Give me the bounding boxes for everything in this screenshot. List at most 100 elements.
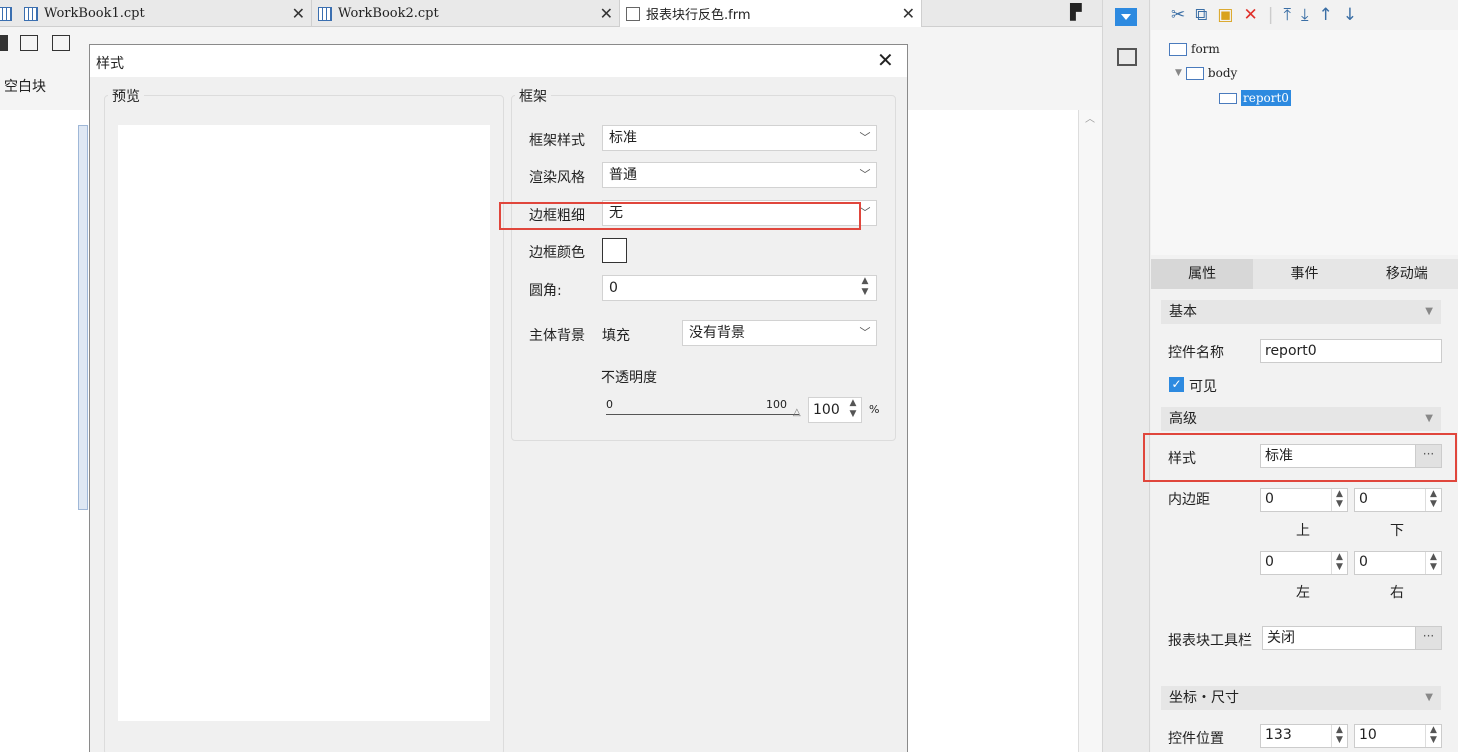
report-toolbar-label: 报表块工具栏 (1168, 633, 1252, 649)
position-x-spinner[interactable]: 133 ▲ ▼ (1260, 724, 1348, 748)
close-icon[interactable]: ✕ (600, 4, 613, 23)
render-style-select[interactable]: 普通 ﹀ (602, 162, 877, 188)
close-icon[interactable]: ✕ (877, 48, 894, 72)
tab-label: WorkBook1.cpt (44, 6, 145, 21)
toolbar-icon[interactable] (0, 35, 8, 51)
opacity-slider-thumb[interactable]: △ (793, 407, 801, 418)
close-icon[interactable]: ✕ (292, 4, 305, 23)
highlight-border-width (499, 202, 861, 230)
spinner-arrows-icon[interactable]: ▲ ▼ (1425, 489, 1441, 511)
blank-block-label[interactable]: 空白块 (4, 76, 46, 96)
grid-icon[interactable] (52, 35, 70, 51)
move-bottom-icon[interactable]: ⤓ (1301, 5, 1309, 25)
padding-top-spinner[interactable]: 0 ▲ ▼ (1260, 488, 1348, 512)
preview-title: 预览 (108, 86, 144, 106)
section-title: 高级 (1169, 411, 1197, 427)
fill-label: 填充 (602, 328, 630, 344)
padding-bottom-spinner[interactable]: 0 ▲ ▼ (1354, 488, 1442, 512)
padding-right-spinner[interactable]: 0 ▲ ▼ (1354, 551, 1442, 575)
spinner-arrows-icon[interactable]: ▲ ▼ (854, 276, 876, 300)
style-dialog: 样式 ✕ 预览 框架 框架样式 标准 ﹀ 渲染风格 普通 ﹀ 边框粗细 无 ﹀ … (89, 44, 908, 752)
workbook-icon (0, 6, 12, 21)
section-advanced[interactable]: 高级 ▼ (1161, 407, 1441, 431)
paste-icon[interactable]: ▣ (1217, 5, 1233, 25)
document-tab-bar: WorkBook1.cpt ✕ WorkBook2.cpt ✕ 报表块行反色.f… (0, 0, 1102, 27)
tree-node-body[interactable]: ▼ body (1175, 66, 1237, 80)
spinner-arrows-icon[interactable]: ▲ ▼ (1425, 725, 1441, 747)
tree-label: form (1191, 42, 1220, 56)
spinner-arrows-icon[interactable]: ▲ ▼ (1425, 552, 1441, 574)
opacity-spinner[interactable]: 100 ▲ ▼ (808, 397, 862, 423)
chevron-down-icon: ﹀ (859, 326, 871, 339)
tab-mobile[interactable]: 移动端 (1356, 259, 1458, 289)
expand-icon[interactable]: ▼ (1175, 68, 1182, 78)
fill-select[interactable]: 没有背景 ﹀ (682, 320, 877, 346)
section-basic[interactable]: 基本 ▼ (1161, 300, 1441, 324)
background-label: 主体背景 (529, 328, 585, 344)
report-block-widget[interactable] (78, 125, 88, 510)
tab-label: WorkBook2.cpt (338, 6, 439, 21)
section-coords[interactable]: 坐标・尺寸 ▼ (1161, 686, 1441, 710)
tab-menu-icon[interactable]: ▛ (1070, 3, 1082, 21)
tab-workbook1[interactable]: WorkBook1.cpt ✕ (0, 0, 312, 27)
border-color-swatch[interactable] (602, 238, 627, 263)
move-down-icon[interactable]: ↓ (1343, 5, 1357, 25)
spinner-value: 133 (1265, 727, 1292, 743)
widget-panel-icon[interactable] (1115, 8, 1137, 26)
position-y-spinner[interactable]: 10 ▲ ▼ (1354, 724, 1442, 748)
select-value: 普通 (609, 167, 637, 183)
position-label: 控件位置 (1168, 731, 1224, 747)
body-icon (1185, 66, 1204, 80)
more-button[interactable]: ··· (1415, 445, 1441, 467)
spinner-arrows-icon[interactable]: ▲ ▼ (845, 398, 861, 422)
report-toolbar-input[interactable]: 关闭 ··· (1262, 626, 1442, 650)
move-up-icon[interactable]: ↑ (1318, 5, 1332, 25)
delete-icon[interactable]: ✕ (1243, 5, 1257, 25)
spinner-value: 0 (1359, 554, 1368, 570)
tree-node-report0[interactable]: report0 (1219, 90, 1291, 106)
tree-label: body (1207, 66, 1238, 80)
chevron-down-icon: ▼ (1425, 692, 1433, 703)
tab-form[interactable]: 报表块行反色.frm ✕ (620, 0, 922, 27)
tab-events[interactable]: 事件 (1253, 259, 1355, 289)
tab-workbook2[interactable]: WorkBook2.cpt ✕ (312, 0, 620, 27)
right-label: 右 (1390, 585, 1404, 601)
copy-icon[interactable]: ⧉ (1195, 5, 1207, 25)
spinner-value: 0 (1265, 491, 1274, 507)
chevron-up-icon[interactable]: ︿ (1085, 110, 1095, 125)
visible-checkbox[interactable]: ✓ (1169, 377, 1184, 392)
spinner-value: 0 (1265, 554, 1274, 570)
section-title: 坐标・尺寸 (1169, 690, 1239, 706)
property-panel: ✂ ⧉ ▣ ✕ | ⤒ ⤓ ↑ ↓ form ▼ body report0 属性… (1143, 0, 1458, 752)
move-top-icon[interactable]: ⤒ (1283, 5, 1291, 25)
chevron-down-icon: ▼ (1425, 306, 1433, 317)
frame-style-label: 框架样式 (529, 133, 585, 149)
spinner-arrows-icon[interactable]: ▲ ▼ (1331, 725, 1347, 747)
widget-name-input[interactable]: report0 (1260, 339, 1442, 363)
side-strip (1102, 0, 1150, 752)
cut-icon[interactable]: ✂ (1171, 5, 1185, 25)
opacity-min-label: 0 (606, 398, 613, 411)
opacity-max-label: 100 (766, 398, 787, 411)
canvas-scrollbar[interactable]: ︿ (1078, 110, 1102, 752)
style-input[interactable]: 标准 ··· (1260, 444, 1442, 468)
top-label: 上 (1296, 523, 1310, 539)
close-icon[interactable]: ✕ (902, 4, 915, 23)
spinner-arrows-icon[interactable]: ▲ ▼ (1331, 552, 1347, 574)
spinner-value: 0 (1359, 491, 1368, 507)
tree-node-form[interactable]: form (1169, 42, 1220, 56)
frame-style-select[interactable]: 标准 ﹀ (602, 125, 877, 151)
spinner-arrows-icon[interactable]: ▲ ▼ (1331, 489, 1347, 511)
opacity-slider-track[interactable] (606, 414, 799, 415)
layout-panel-icon[interactable] (1117, 48, 1137, 66)
left-label: 左 (1296, 585, 1310, 601)
tab-attributes[interactable]: 属性 (1151, 259, 1254, 289)
opacity-label: 不透明度 (601, 370, 657, 386)
style-label: 样式 (1168, 451, 1196, 467)
dialog-titlebar: 样式 ✕ (90, 45, 907, 77)
padding-left-spinner[interactable]: 0 ▲ ▼ (1260, 551, 1348, 575)
more-button[interactable]: ··· (1415, 627, 1441, 649)
table-icon[interactable] (20, 35, 38, 51)
corner-spinner[interactable]: 0 ▲ ▼ (602, 275, 877, 301)
select-value: 0 (609, 280, 618, 296)
